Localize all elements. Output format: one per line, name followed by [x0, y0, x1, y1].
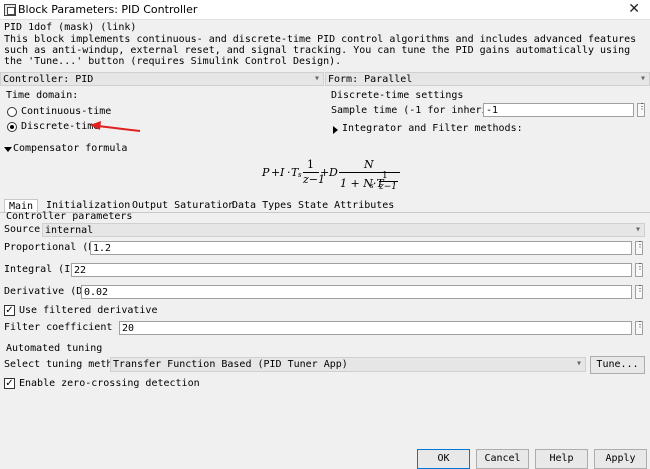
sample-time-more-icon[interactable]: ⋮ [637, 103, 646, 117]
expand-arrow-icon[interactable] [333, 126, 338, 134]
block-type-line: PID 1dof (mask) (link) [4, 22, 137, 33]
integral-more-icon[interactable]: ⋮ [635, 263, 644, 277]
derivative-input[interactable]: 0.02 [81, 285, 632, 299]
automated-tuning-label: Automated tuning [6, 343, 103, 354]
integral-value: 22 [74, 265, 87, 276]
formula-plus: + [271, 166, 281, 179]
title-bar[interactable]: Block Parameters: PID Controller ✕ [0, 0, 650, 20]
zero-crossing-checkbox[interactable]: ✓ [4, 378, 15, 389]
discrete-settings-label: Discrete-time settings [331, 90, 464, 101]
formula-n: N [364, 158, 374, 171]
formula-den-one: 1 [382, 171, 388, 181]
chevron-down-icon: ▾ [575, 358, 582, 369]
formula-den-sub: s [370, 182, 374, 190]
form-dropdown[interactable]: Form: Parallel ▾ [325, 72, 650, 86]
source-value: internal [45, 225, 94, 236]
derivative-value: 0.02 [84, 287, 109, 298]
apply-button[interactable]: Apply [594, 449, 647, 469]
formula-d: D [329, 166, 338, 179]
help-button[interactable]: Help [535, 449, 588, 469]
cancel-button[interactable]: Cancel [476, 449, 529, 469]
sample-time-value: -1 [486, 105, 499, 116]
close-icon[interactable]: ✕ [628, 1, 640, 17]
formula-dot: · [287, 166, 291, 179]
tab-data-types[interactable]: Data Types [228, 199, 296, 213]
chevron-down-icon: ▾ [639, 73, 646, 84]
source-dropdown[interactable]: internal ▾ [42, 223, 645, 237]
controller-label: Controller: PID [3, 74, 94, 85]
formula-den-prefix: 1 + N·T [340, 177, 384, 190]
form-label: Form: Parallel [328, 74, 413, 85]
annotation-arrow-icon [90, 121, 141, 132]
filter-coefficient-input[interactable]: 20 [119, 321, 632, 335]
proportional-input[interactable]: 1.2 [90, 241, 632, 255]
formula-p: P [262, 166, 270, 179]
chevron-down-icon: ▾ [313, 73, 320, 84]
filter-coefficient-more-icon[interactable]: ⋮ [635, 321, 644, 335]
proportional-more-icon[interactable]: ⋮ [635, 241, 644, 255]
formula-one: 1 [307, 158, 314, 171]
sample-time-input[interactable]: -1 [483, 103, 634, 117]
tab-state-attributes[interactable]: State Attributes [294, 199, 398, 213]
integral-input[interactable]: 22 [71, 263, 632, 277]
source-label: Source: [4, 224, 47, 235]
fraction-bar [339, 172, 400, 173]
collapse-arrow-icon[interactable] [4, 147, 12, 152]
block-parameters-icon [4, 4, 16, 16]
tune-button[interactable]: Tune... [590, 356, 645, 374]
radio-discrete-time[interactable] [7, 122, 17, 132]
tuning-method-value: Transfer Function Based (PID Tuner App) [113, 359, 348, 370]
compensator-formula-label[interactable]: Compensator formula [13, 143, 127, 154]
tab-output-saturation[interactable]: Output Saturation [128, 199, 238, 213]
formula-t-sub: s [298, 171, 302, 179]
use-filtered-derivative-checkbox[interactable]: ✓ [4, 305, 15, 316]
formula-plus-2: + [320, 166, 330, 179]
formula-i: I [280, 166, 285, 179]
formula-den-z-minus-1: z−1 [379, 182, 398, 192]
derivative-more-icon[interactable]: ⋮ [635, 285, 644, 299]
integrator-filter-label[interactable]: Integrator and Filter methods: [342, 123, 523, 134]
zero-crossing-label: Enable zero-crossing detection [19, 378, 200, 389]
chevron-down-icon: ▾ [634, 224, 641, 235]
window-title: Block Parameters: PID Controller [18, 3, 198, 16]
controller-dropdown[interactable]: Controller: PID ▾ [0, 72, 324, 86]
time-domain-label: Time domain: [6, 90, 79, 101]
tuning-method-dropdown[interactable]: Transfer Function Based (PID Tuner App) … [110, 357, 586, 372]
continuous-time-label: Continuous-time [21, 106, 112, 117]
block-description: This block implements continuous- and di… [4, 34, 637, 67]
ok-button[interactable]: OK [417, 449, 470, 469]
compensator-formula: P + I · T s 1 z−1 + D N 1 + N·T s 1 z−1 [262, 158, 402, 196]
use-filtered-derivative-label: Use filtered derivative [19, 305, 158, 316]
controller-parameters-label: Controller parameters [6, 211, 133, 222]
proportional-value: 1.2 [93, 243, 112, 254]
filter-coefficient-value: 20 [122, 323, 135, 334]
radio-continuous-time[interactable] [7, 107, 17, 117]
